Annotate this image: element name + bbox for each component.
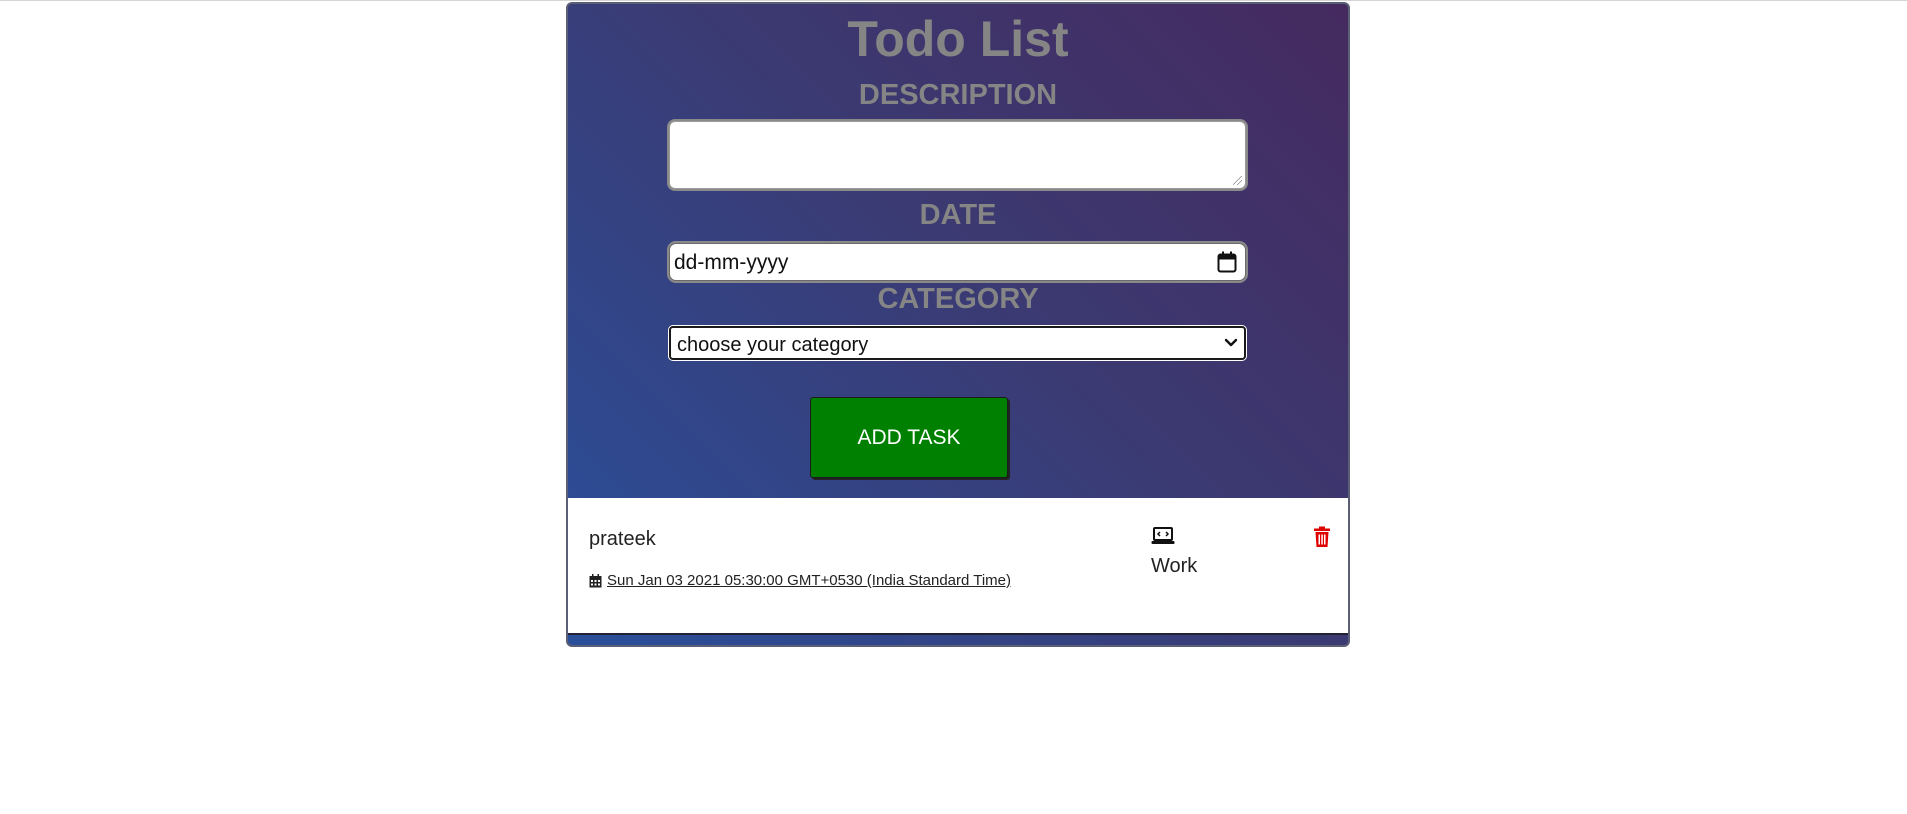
calendar-picker-icon[interactable] bbox=[1217, 251, 1237, 273]
laptop-code-icon bbox=[1151, 527, 1175, 544]
page-title: Todo List bbox=[847, 11, 1069, 67]
task-category: Work bbox=[1151, 555, 1198, 577]
task-description: prateek bbox=[589, 528, 656, 550]
description-textarea[interactable] bbox=[669, 121, 1246, 189]
date-label: DATE bbox=[919, 199, 997, 231]
category-selected-value: choose your category bbox=[677, 334, 869, 356]
description-label: DESCRIPTION bbox=[858, 79, 1058, 111]
todo-app-card: Todo List DESCRIPTION DATE dd-mm-yyyy CA… bbox=[566, 2, 1350, 647]
category-select[interactable]: choose your category bbox=[669, 326, 1246, 360]
trash-icon[interactable] bbox=[1313, 526, 1331, 548]
task-list: prateek Sun Jan 03 2021 05:30:00 GMT+053… bbox=[568, 498, 1348, 635]
date-input[interactable]: dd-mm-yyyy bbox=[669, 243, 1246, 281]
add-task-button[interactable]: ADD TASK bbox=[810, 397, 1008, 478]
resize-handle-icon[interactable] bbox=[1233, 176, 1242, 185]
category-label: CATEGORY bbox=[877, 283, 1039, 315]
date-placeholder: dd-mm-yyyy bbox=[674, 251, 789, 274]
calendar-icon bbox=[589, 574, 602, 588]
task-date[interactable]: Sun Jan 03 2021 05:30:00 GMT+0530 (India… bbox=[589, 572, 1011, 590]
browser-top-divider bbox=[0, 0, 1907, 1]
chevron-down-icon bbox=[1224, 338, 1238, 347]
task-date-text: Sun Jan 03 2021 05:30:00 GMT+0530 (India… bbox=[607, 572, 1012, 589]
